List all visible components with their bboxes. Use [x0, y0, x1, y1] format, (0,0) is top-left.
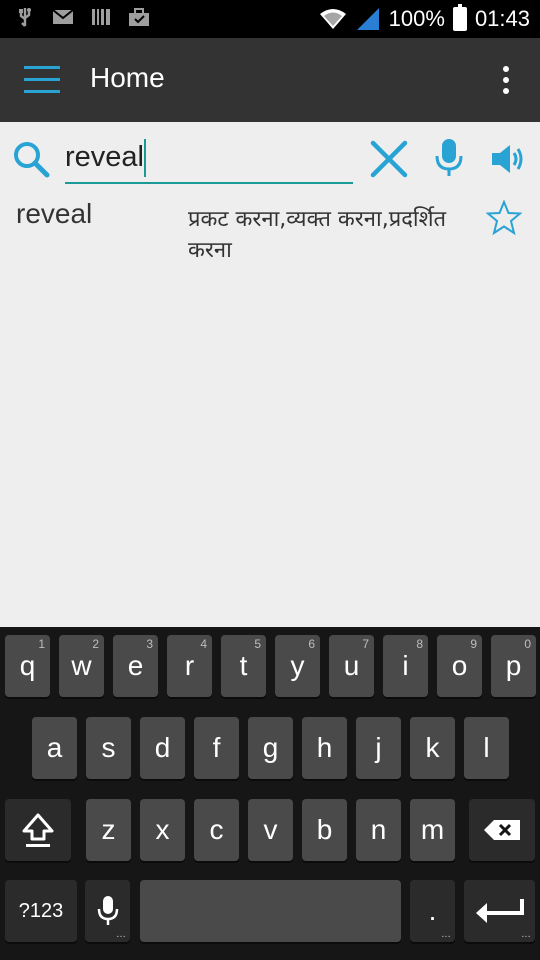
- more-dots: …: [441, 929, 451, 940]
- key-u[interactable]: u7: [329, 635, 374, 697]
- result-word[interactable]: reveal: [16, 198, 92, 230]
- battery-percent: 100%: [388, 6, 445, 31]
- key-h[interactable]: h: [302, 717, 347, 779]
- key-label: y: [290, 650, 305, 681]
- enter-icon: [475, 899, 524, 923]
- key-e[interactable]: e3: [113, 635, 158, 697]
- key-x[interactable]: x: [140, 799, 185, 861]
- key-p[interactable]: p0: [491, 635, 536, 697]
- usb-icon: [19, 8, 31, 27]
- key-d[interactable]: d: [140, 717, 185, 779]
- period-key-label: .: [428, 895, 437, 926]
- app-bar: Home: [0, 38, 540, 122]
- enter-key[interactable]: …: [464, 880, 535, 942]
- key-m[interactable]: m: [410, 799, 455, 861]
- menu-icon[interactable]: [24, 64, 60, 96]
- key-f[interactable]: f: [194, 717, 239, 779]
- shift-key[interactable]: [5, 799, 71, 861]
- key-hint: 8: [416, 637, 423, 651]
- microphone-icon: [97, 896, 118, 925]
- overflow-menu-icon[interactable]: [502, 66, 510, 96]
- key-hint: 9: [470, 637, 477, 651]
- key-hint: 1: [38, 637, 45, 651]
- symbols-key-label: ?123: [18, 899, 64, 922]
- key-label: r: [184, 650, 195, 681]
- key-label: e: [127, 650, 144, 681]
- key-s[interactable]: s: [86, 717, 131, 779]
- result-meaning[interactable]: प्रकट करना,व्यक्त करना,प्रदर्शित करना: [188, 204, 458, 266]
- wifi-icon: [319, 9, 346, 29]
- key-i[interactable]: i8: [383, 635, 428, 697]
- key-q[interactable]: q1: [5, 635, 50, 697]
- key-j[interactable]: j: [356, 717, 401, 779]
- key-label: t: [239, 650, 248, 681]
- speaker-icon[interactable]: [490, 143, 526, 175]
- search-input[interactable]: [65, 138, 353, 184]
- key-r[interactable]: r4: [167, 635, 212, 697]
- signal-icon: [356, 8, 379, 30]
- more-dots: …: [116, 929, 126, 940]
- status-bar: 100% 01:43: [0, 0, 540, 38]
- key-hint: 4: [200, 637, 207, 651]
- key-label: u: [343, 650, 360, 681]
- backspace-key[interactable]: [469, 799, 535, 861]
- key-label: o: [451, 650, 468, 681]
- key-hint: 5: [254, 637, 261, 651]
- key-hint: 3: [146, 637, 153, 651]
- star-outline-icon[interactable]: [486, 200, 522, 236]
- key-hint: 7: [362, 637, 369, 651]
- key-label: p: [505, 650, 522, 681]
- period-key[interactable]: . …: [410, 880, 455, 942]
- space-key[interactable]: [140, 880, 401, 942]
- key-k[interactable]: k: [410, 717, 455, 779]
- key-v[interactable]: v: [248, 799, 293, 861]
- keyboard: q1w2e3r4t5y6u7i8o9p0 asdfghjkl zxcvbnm ?…: [0, 627, 540, 960]
- key-a[interactable]: a: [32, 717, 77, 779]
- clear-icon[interactable]: [370, 140, 408, 178]
- voice-key[interactable]: …: [85, 880, 130, 942]
- key-l[interactable]: l: [464, 717, 509, 779]
- key-n[interactable]: n: [356, 799, 401, 861]
- page-title: Home: [90, 62, 165, 93]
- key-b[interactable]: b: [302, 799, 347, 861]
- barcode-icon: [92, 9, 110, 25]
- shift-icon: [22, 813, 54, 847]
- briefcase-icon: [129, 8, 149, 26]
- search-icon[interactable]: [12, 140, 50, 178]
- key-o[interactable]: o9: [437, 635, 482, 697]
- key-y[interactable]: y6: [275, 635, 320, 697]
- mail-icon: [52, 9, 74, 24]
- battery-icon: [452, 4, 467, 31]
- key-hint: 0: [524, 637, 531, 651]
- key-label: w: [71, 650, 92, 681]
- key-z[interactable]: z: [86, 799, 131, 861]
- key-label: i: [402, 650, 409, 681]
- key-c[interactable]: c: [194, 799, 239, 861]
- key-label: q: [19, 650, 36, 681]
- more-dots: …: [521, 929, 531, 940]
- key-t[interactable]: t5: [221, 635, 266, 697]
- key-hint: 2: [92, 637, 99, 651]
- key-hint: 6: [308, 637, 315, 651]
- key-g[interactable]: g: [248, 717, 293, 779]
- backspace-icon: [484, 820, 520, 840]
- microphone-icon[interactable]: [434, 138, 464, 178]
- key-w[interactable]: w2: [59, 635, 104, 697]
- text-cursor: [144, 139, 146, 177]
- symbols-key[interactable]: ?123: [5, 880, 77, 942]
- clock: 01:43: [474, 6, 530, 31]
